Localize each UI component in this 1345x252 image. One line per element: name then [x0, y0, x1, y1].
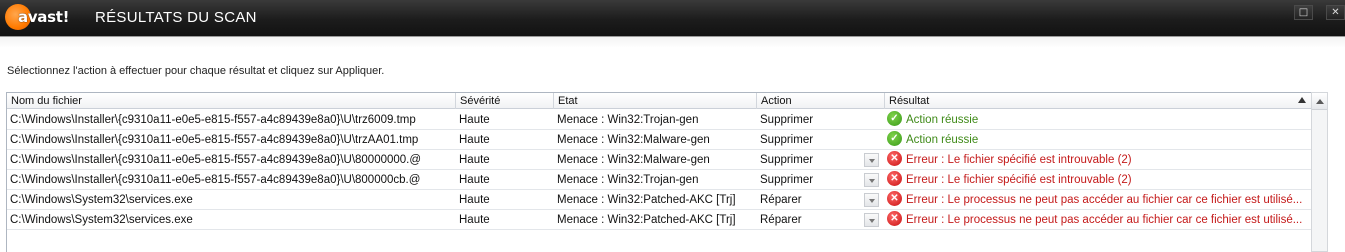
- close-icon: ✕: [1331, 7, 1340, 18]
- table-row[interactable]: C:\Windows\Installer\{c9310a11-e0e5-e815…: [7, 150, 1311, 170]
- column-header-file[interactable]: Nom du fichier: [7, 93, 456, 109]
- result-cell: ✕ Erreur : Le fichier spécifié est introu…: [885, 170, 1311, 190]
- result-text: Erreur : Le fichier spécifié est introuv…: [906, 174, 1132, 186]
- severity-cell: Haute: [459, 114, 490, 126]
- sort-ascending-icon[interactable]: [1298, 97, 1306, 103]
- severity-cell: Haute: [459, 174, 490, 186]
- column-header-result[interactable]: Résultat: [885, 93, 1311, 109]
- column-header-state[interactable]: Etat: [554, 93, 757, 109]
- file-path-cell: C:\Windows\Installer\{c9310a11-e0e5-e815…: [10, 134, 419, 146]
- result-cell: ✕ Erreur : Le processus ne peut pas accéd…: [885, 210, 1311, 230]
- result-text: Erreur : Le processus ne peut pas accéde…: [906, 194, 1303, 206]
- check-circle-icon: ✓: [887, 131, 902, 147]
- result-text: Erreur : Le processus ne peut pas accéde…: [906, 214, 1303, 226]
- instruction-text: Sélectionnez l'action à effectuer pour c…: [7, 65, 385, 77]
- table-row[interactable]: C:\Windows\Installer\{c9310a11-e0e5-e815…: [7, 110, 1311, 130]
- file-path-cell: C:\Windows\Installer\{c9310a11-e0e5-e815…: [10, 174, 421, 186]
- check-circle-icon: ✓: [887, 111, 902, 127]
- action-dropdown-icon[interactable]: [864, 153, 879, 167]
- table-row[interactable]: C:\Windows\Installer\{c9310a11-e0e5-e815…: [7, 130, 1311, 150]
- file-path-cell: C:\Windows\Installer\{c9310a11-e0e5-e815…: [10, 154, 422, 166]
- file-path-cell: C:\Windows\System32\services.exe: [10, 214, 193, 226]
- error-circle-icon: ✕: [887, 171, 902, 187]
- table-row[interactable]: C:\Windows\Installer\{c9310a11-e0e5-e815…: [7, 170, 1311, 190]
- action-dropdown-icon[interactable]: [864, 173, 879, 187]
- action-dropdown-icon[interactable]: [864, 193, 879, 207]
- state-cell: Menace : Win32:Trojan-gen: [557, 174, 699, 186]
- title-bar: avast! RÉSULTATS DU SCAN □ ✕: [0, 0, 1345, 36]
- empty-table-area: [7, 230, 1311, 252]
- window-title: RÉSULTATS DU SCAN: [95, 9, 257, 26]
- severity-cell: Haute: [459, 134, 490, 146]
- severity-cell: Haute: [459, 154, 490, 166]
- maximize-icon: □: [1298, 7, 1309, 18]
- file-path-cell: C:\Windows\System32\services.exe: [10, 194, 193, 206]
- state-cell: Menace : Win32:Patched-AKC [Trj]: [557, 194, 736, 206]
- vertical-scrollbar[interactable]: [1311, 92, 1328, 252]
- state-cell: Menace : Win32:Malware-gen: [557, 154, 710, 166]
- column-header-action[interactable]: Action: [757, 93, 885, 109]
- severity-cell: Haute: [459, 214, 490, 226]
- close-button[interactable]: ✕: [1326, 5, 1345, 20]
- result-text: Action réussie: [906, 134, 979, 146]
- result-cell: ✕ Erreur : Le fichier spécifié est introu…: [885, 150, 1311, 170]
- scan-results-table: Nom du fichier Sévérité Etat Action Résu…: [6, 92, 1312, 252]
- table-row[interactable]: C:\Windows\System32\services.exe Haute Men…: [7, 210, 1311, 230]
- maximize-button[interactable]: □: [1294, 5, 1313, 20]
- error-circle-icon: ✕: [887, 211, 902, 227]
- file-path-cell: C:\Windows\Installer\{c9310a11-e0e5-e815…: [10, 114, 416, 126]
- scroll-up-arrow-icon[interactable]: [1312, 93, 1327, 110]
- result-cell: ✓ Action réussie: [885, 110, 1311, 130]
- content-top-edge: [0, 36, 1345, 48]
- error-circle-icon: ✕: [887, 151, 902, 167]
- avast-logo-text: avast!: [18, 8, 70, 26]
- state-cell: Menace : Win32:Trojan-gen: [557, 114, 699, 126]
- result-cell: ✓ Action réussie: [885, 130, 1311, 150]
- avast-logo: avast!: [5, 4, 81, 30]
- result-text: Action réussie: [906, 114, 979, 126]
- action-cell[interactable]: Supprimer: [757, 130, 885, 150]
- state-cell: Menace : Win32:Malware-gen: [557, 134, 710, 146]
- action-dropdown-icon[interactable]: [864, 213, 879, 227]
- result-cell: ✕ Erreur : Le processus ne peut pas accéd…: [885, 190, 1311, 210]
- action-cell[interactable]: Supprimer: [757, 110, 885, 130]
- table-row[interactable]: C:\Windows\System32\services.exe Haute Men…: [7, 190, 1311, 210]
- state-cell: Menace : Win32:Patched-AKC [Trj]: [557, 214, 736, 226]
- severity-cell: Haute: [459, 194, 490, 206]
- result-text: Erreur : Le fichier spécifié est introuv…: [906, 154, 1132, 166]
- error-circle-icon: ✕: [887, 191, 902, 207]
- column-header-severity[interactable]: Sévérité: [456, 93, 554, 109]
- table-header: Nom du fichier Sévérité Etat Action Résu…: [7, 93, 1311, 109]
